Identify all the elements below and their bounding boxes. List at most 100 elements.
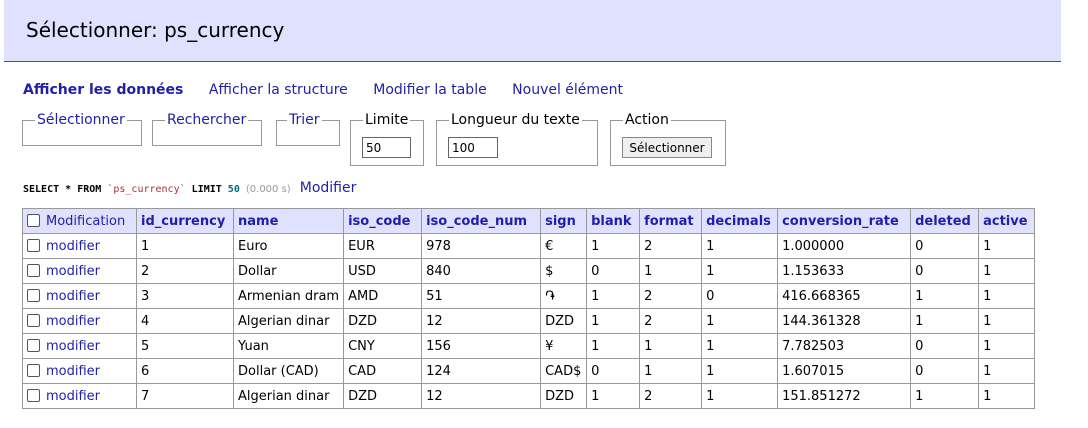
row-modify-link[interactable]: modifier xyxy=(46,264,100,279)
table-cell: 1 xyxy=(978,333,1036,359)
row-modify-cell: modifier xyxy=(22,358,137,384)
row-checkbox[interactable] xyxy=(27,238,40,252)
sql-select-kw: SELECT xyxy=(23,184,60,195)
table-cell: 124 xyxy=(421,358,542,384)
table-cell: 12 xyxy=(421,383,542,409)
nav-links: Afficher les données Afficher la structu… xyxy=(23,82,644,98)
row-modify-cell: modifier xyxy=(22,383,137,409)
table-row: modifier 3 Armenian dram AMD 51 ֏ 1 2 0 416.66836… xyxy=(22,283,1036,309)
table-cell: 1 xyxy=(586,383,641,409)
table-cell: 1.607015 xyxy=(777,358,912,384)
col-header[interactable]: conversion_rate xyxy=(777,208,912,234)
table-cell: Algerian dinar xyxy=(232,308,345,334)
table-body: modifier 1 Euro EUR 978 €1 2 1 1.000000 0 1 modifie… xyxy=(22,233,1036,409)
row-modify-link[interactable]: modifier xyxy=(46,239,100,254)
table-cell: 1 xyxy=(639,333,703,359)
col-header[interactable]: id_currency xyxy=(136,208,234,234)
select-all-checkbox[interactable] xyxy=(27,213,40,227)
table-cell: DZD xyxy=(343,383,423,409)
table-cell: 978 xyxy=(421,233,542,259)
table-cell: ¥ xyxy=(540,333,588,359)
table-cell: AMD xyxy=(343,283,423,309)
table-cell: 0 xyxy=(586,258,641,284)
search-fieldset[interactable]: Rechercher xyxy=(152,112,262,146)
col-header[interactable]: decimals xyxy=(701,208,779,234)
table-cell: 1 xyxy=(978,258,1036,284)
limit-legend: Limite xyxy=(365,112,409,128)
col-header[interactable]: format xyxy=(639,208,703,234)
table-cell: DZD xyxy=(343,308,423,334)
row-modify-link[interactable]: modifier xyxy=(46,364,100,379)
table-row: modifier 2 Dollar USD 840 $0 1 1 1.153633 0 1 xyxy=(22,258,1036,284)
row-modify-link[interactable]: modifier xyxy=(46,389,100,404)
table-cell: 1 xyxy=(978,358,1036,384)
col-header[interactable]: deleted xyxy=(910,208,980,234)
table-cell: ֏ xyxy=(540,283,588,309)
row-checkbox[interactable] xyxy=(27,313,40,327)
table-cell: DZD xyxy=(540,308,588,334)
table-row: modifier 7 Algerian dinar DZD 12 DZD 1 2 1 151.85… xyxy=(22,383,1036,409)
sort-fieldset[interactable]: Trier xyxy=(276,112,340,146)
col-header[interactable]: iso_code_num xyxy=(421,208,542,234)
sql-table-name: `ps_currency` xyxy=(107,184,186,195)
row-modify-link[interactable]: modifier xyxy=(46,339,100,354)
row-modify-link[interactable]: modifier xyxy=(46,289,100,304)
page-header: Sélectionner: ps_currency xyxy=(4,0,1061,62)
row-checkbox[interactable] xyxy=(27,363,40,377)
table-cell: 0 xyxy=(910,233,980,259)
table-cell: 1 xyxy=(978,383,1036,409)
table-cell: Algerian dinar xyxy=(232,383,345,409)
nav-show-data[interactable]: Afficher les données xyxy=(23,82,183,98)
sql-edit-link[interactable]: Modifier xyxy=(300,180,357,196)
table-cell: 3 xyxy=(136,283,234,309)
table-cell: Yuan xyxy=(232,333,345,359)
text-length-input[interactable] xyxy=(448,137,498,158)
modification-header-label[interactable]: Modification xyxy=(46,214,125,229)
sql-limit-kw: LIMIT xyxy=(191,184,222,195)
table-cell: $ xyxy=(540,258,588,284)
col-header[interactable]: iso_code xyxy=(343,208,423,234)
table-cell: CAD$ xyxy=(540,358,588,384)
table-row: modifier 6 Dollar (CAD) CAD 124 CAD$ 0 1 1 1.6070… xyxy=(22,358,1036,384)
sql-time: (0.000 s) xyxy=(245,184,291,195)
table-cell: 0 xyxy=(701,283,779,309)
col-header[interactable]: name xyxy=(232,208,345,234)
row-checkbox[interactable] xyxy=(27,388,40,402)
table-cell: 0 xyxy=(910,358,980,384)
nav-show-structure[interactable]: Afficher la structure xyxy=(209,82,348,98)
row-checkbox[interactable] xyxy=(27,338,40,352)
select-action-button[interactable]: Sélectionner xyxy=(622,137,712,158)
row-modify-link[interactable]: modifier xyxy=(46,314,100,329)
table-cell: 2 xyxy=(639,283,703,309)
table-cell: 1 xyxy=(639,358,703,384)
table-cell: 1 xyxy=(701,258,779,284)
table-cell: Dollar xyxy=(232,258,345,284)
sql-from-kw: FROM xyxy=(77,184,102,195)
limit-input[interactable] xyxy=(362,137,411,158)
table-cell: 7 xyxy=(136,383,234,409)
table-cell: 1 xyxy=(136,233,234,259)
table-cell: 0 xyxy=(586,358,641,384)
row-modify-cell: modifier xyxy=(22,333,137,359)
table-row: modifier 5 Yuan CNY 156 ¥1 1 1 7.782503 0 1 xyxy=(22,333,1036,359)
select-fieldset[interactable]: Sélectionner xyxy=(22,112,142,146)
row-checkbox[interactable] xyxy=(27,263,40,277)
modification-header[interactable]: Modification xyxy=(22,208,137,234)
row-checkbox[interactable] xyxy=(27,288,40,302)
col-header[interactable]: sign xyxy=(540,208,588,234)
table-cell: DZD xyxy=(540,383,588,409)
col-header[interactable]: blank xyxy=(586,208,641,234)
col-header[interactable]: active xyxy=(978,208,1036,234)
table-cell: 1 xyxy=(586,233,641,259)
nav-alter-table[interactable]: Modifier la table xyxy=(373,82,486,98)
nav-new-item[interactable]: Nouvel élément xyxy=(512,82,623,98)
table-cell: 12 xyxy=(421,308,542,334)
row-modify-cell: modifier xyxy=(22,308,137,334)
sql-query: SELECT * FROM `ps_currency` LIMIT 50 (0.… xyxy=(23,180,356,196)
select-legend-link[interactable]: Sélectionner xyxy=(35,112,127,128)
table-cell: Armenian dram xyxy=(232,283,345,309)
table-cell: 1 xyxy=(978,283,1036,309)
search-legend-link[interactable]: Rechercher xyxy=(165,112,248,128)
sort-legend-link[interactable]: Trier xyxy=(287,112,322,128)
table-cell: 1.153633 xyxy=(777,258,912,284)
